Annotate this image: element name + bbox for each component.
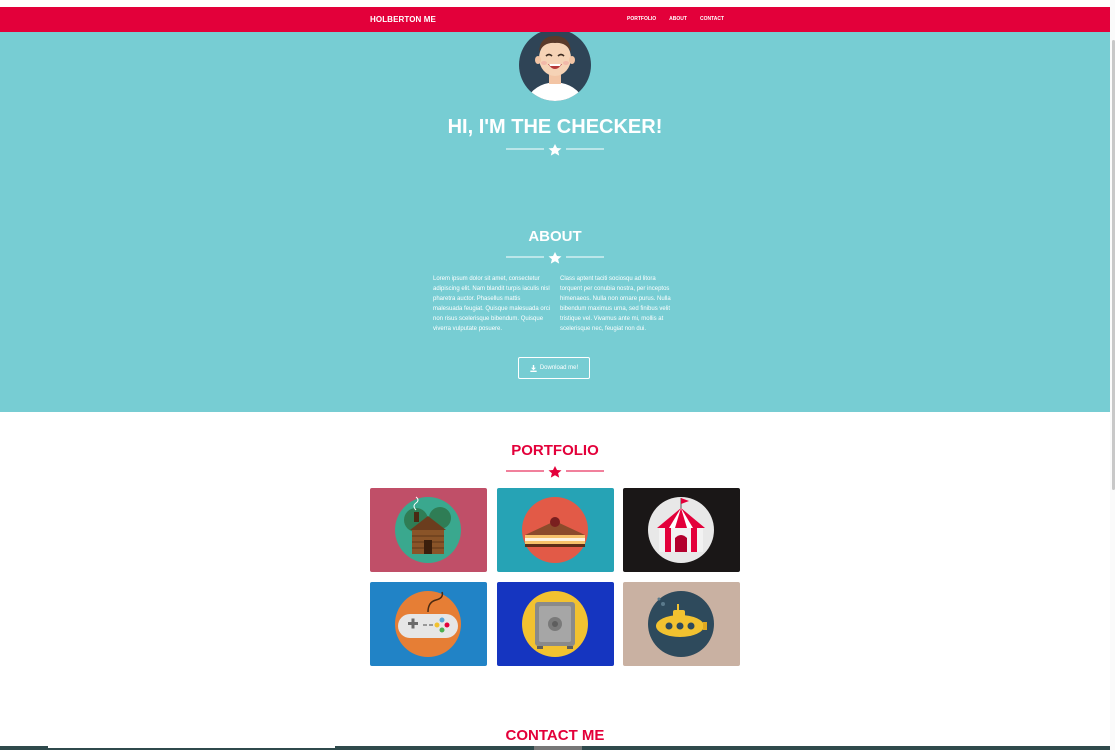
hero-title: HI, I'M THE CHECKER! [447,116,663,138]
download-icon [530,364,537,372]
bottom-bar-segment [48,746,335,748]
portfolio-title: PORTFOLIO [511,442,599,459]
game-controller-icon [395,591,461,657]
portfolio-item-cabin[interactable] [370,488,487,572]
star-icon [548,144,562,156]
circus-icon [648,497,714,563]
portfolio-divider [506,466,604,478]
star-icon [548,466,562,478]
safe-icon [522,591,588,657]
about-paragraph-1: Lorem ipsum dolor sit amet, consectetur … [433,276,551,332]
navbar: HOLBERTON ME PORTFOLIO ABOUT CONTACT [0,7,1110,32]
avatar-icon [519,29,591,101]
star-icon [548,252,562,264]
brand-link[interactable]: HOLBERTON ME [370,7,436,32]
top-strip [0,0,1110,7]
nav-links: PORTFOLIO ABOUT CONTACT [627,7,724,32]
about-divider [506,252,604,264]
portfolio-item-game-controller[interactable] [370,582,487,666]
portfolio-item-safe[interactable] [497,582,614,666]
contact-title: CONTACT ME [505,727,605,744]
about-title: ABOUT [528,228,582,245]
portfolio-item-submarine[interactable] [623,582,740,666]
cake-icon [522,497,588,563]
nav-link-contact[interactable]: CONTACT [700,7,724,32]
bottom-bar-segment [534,746,582,750]
download-label: Download me! [539,365,579,371]
about-paragraph-2: Class aptent taciti sociosqu ad litora t… [560,276,671,332]
nav-link-portfolio[interactable]: PORTFOLIO [627,7,656,32]
submarine-icon [648,591,714,657]
portfolio-item-cake[interactable] [497,488,614,572]
nav-link-about[interactable]: ABOUT [669,7,687,32]
hero-divider [506,144,604,156]
portfolio-item-circus[interactable] [623,488,740,572]
download-button[interactable]: Download me! [518,357,590,379]
cabin-icon [395,496,461,563]
